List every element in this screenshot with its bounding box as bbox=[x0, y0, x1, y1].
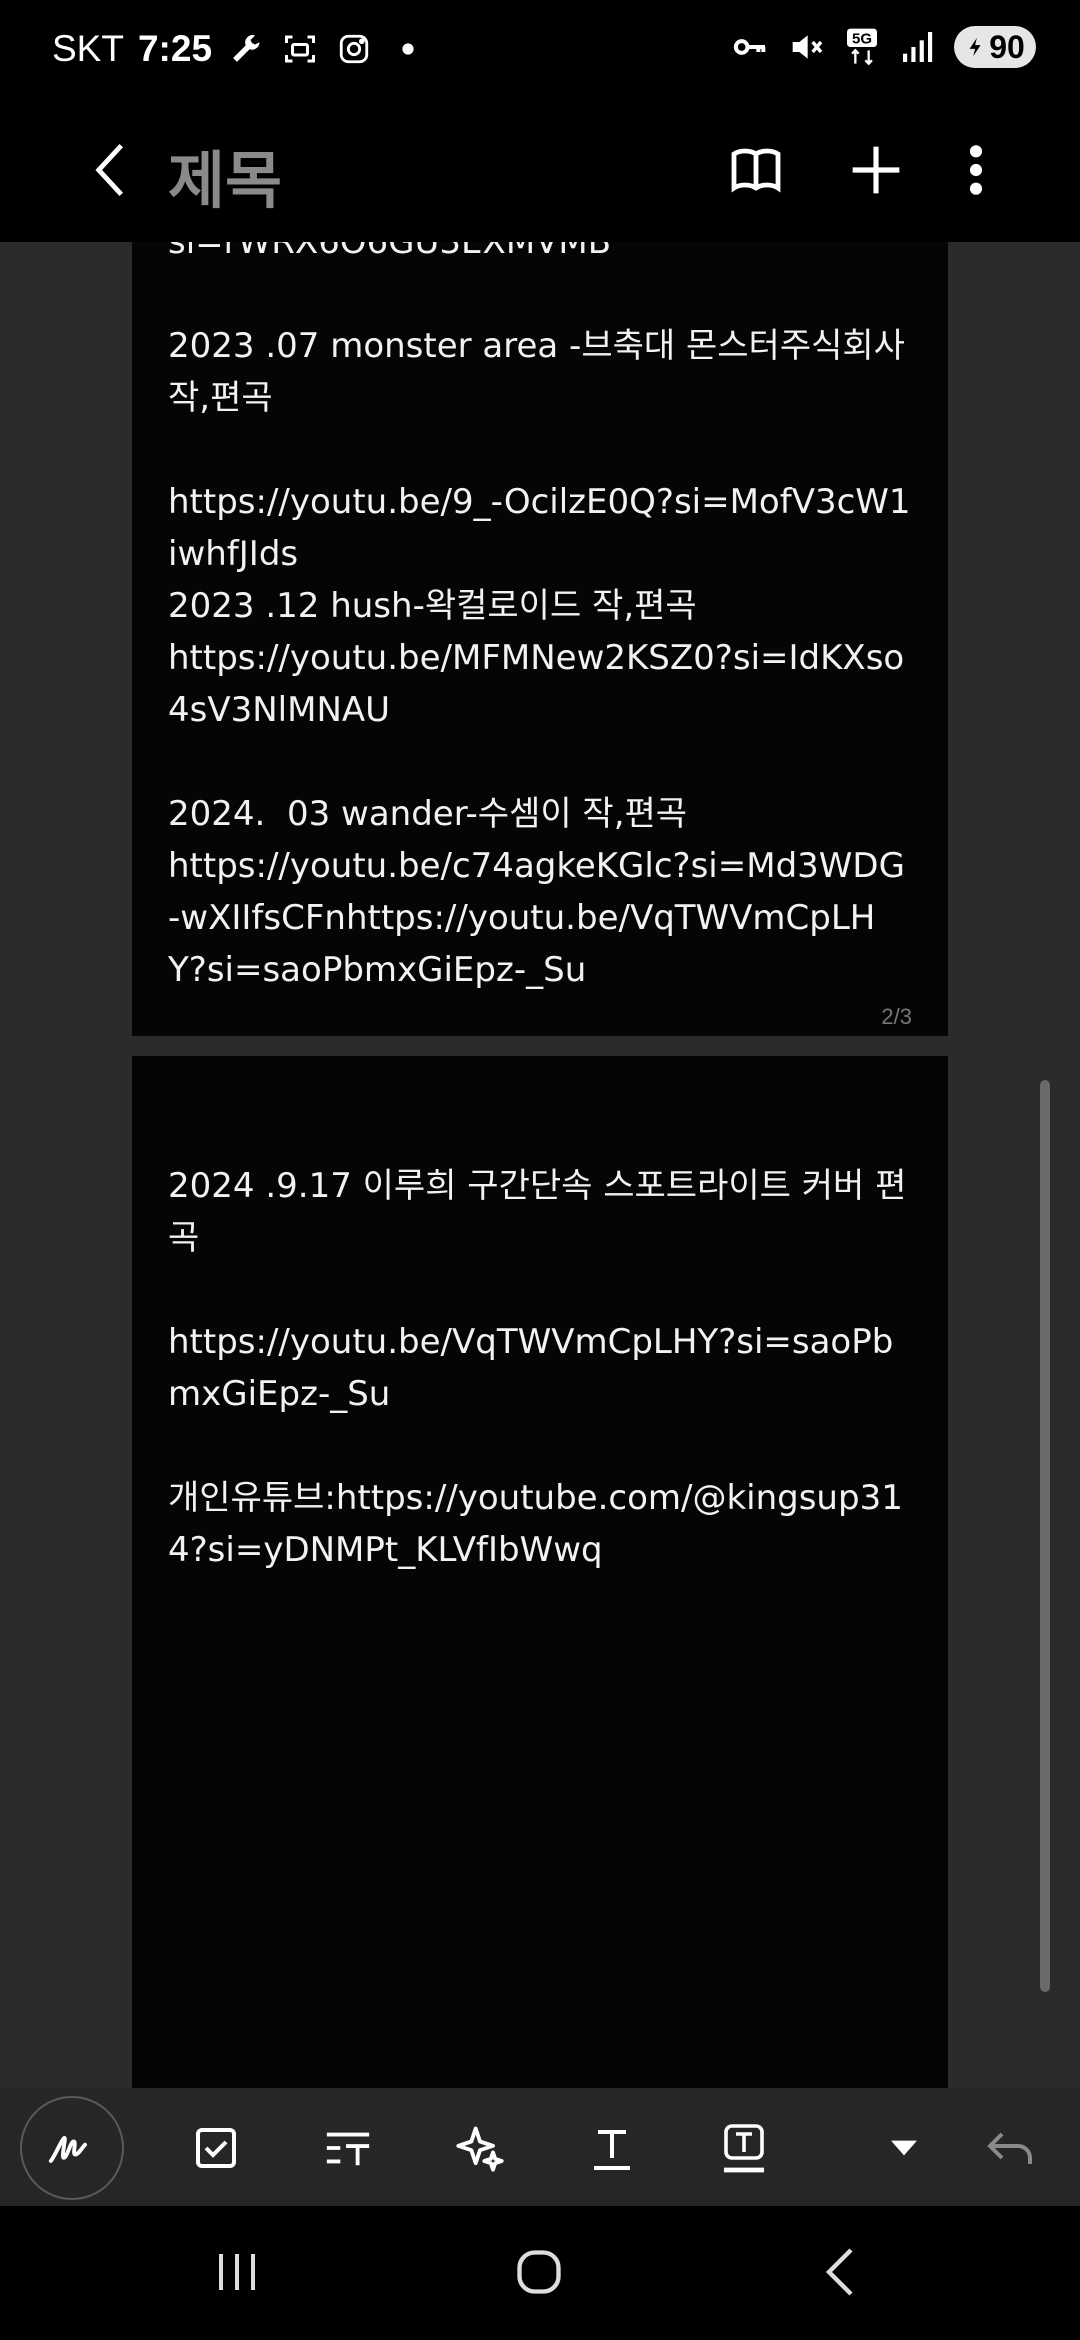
reader-mode-button[interactable] bbox=[716, 130, 796, 210]
ai-sparkle-icon bbox=[456, 2126, 504, 2172]
page-title[interactable]: 제목 bbox=[168, 130, 282, 220]
battery-level: 90 bbox=[989, 28, 1025, 65]
add-button[interactable] bbox=[836, 130, 916, 210]
signal-icon bbox=[898, 27, 938, 67]
pen-icon bbox=[48, 2136, 87, 2163]
dot-icon bbox=[388, 29, 428, 69]
recents-icon bbox=[219, 2254, 255, 2290]
5g-icon: 5G bbox=[842, 27, 882, 67]
note-page[interactable]: si=rWRX6O6GU3EXMVMB 2023 .07 monster are… bbox=[132, 242, 948, 1036]
back-icon bbox=[825, 2248, 853, 2296]
note-page[interactable]: 2024 .9.17 이루희 구간단속 스포트라이트 커버 편곡 https:/… bbox=[132, 1056, 948, 2088]
svg-text:5G: 5G bbox=[852, 31, 872, 48]
editing-toolbar bbox=[0, 2088, 1080, 2206]
text-style-button[interactable] bbox=[308, 2110, 388, 2186]
text-style-icon bbox=[326, 2132, 370, 2166]
home-icon bbox=[517, 2250, 561, 2294]
wrench-icon bbox=[226, 29, 266, 69]
recents-button[interactable] bbox=[192, 2232, 282, 2312]
back-icon bbox=[95, 143, 124, 197]
text-format-button[interactable] bbox=[572, 2110, 652, 2186]
undo-icon bbox=[987, 2132, 1032, 2164]
text-box-icon bbox=[724, 2124, 764, 2173]
reader-mode-icon bbox=[731, 148, 781, 193]
scrollbar[interactable] bbox=[1040, 1080, 1050, 1992]
carrier-label: SKT bbox=[52, 28, 124, 69]
checkbox-button[interactable] bbox=[176, 2110, 256, 2186]
text-box-button[interactable] bbox=[704, 2110, 784, 2186]
app-bar: 제목 bbox=[0, 100, 1080, 242]
nav-back-button[interactable] bbox=[796, 2232, 886, 2312]
dropdown-icon bbox=[891, 2140, 917, 2156]
page-text[interactable]: 2024 .9.17 이루희 구간단속 스포트라이트 커버 편곡 https:/… bbox=[168, 1160, 912, 1576]
undo-button[interactable] bbox=[970, 2110, 1050, 2186]
screen-capture-icon bbox=[280, 29, 320, 69]
status-left: SKT 7:25 bbox=[52, 28, 428, 70]
more-icon bbox=[969, 145, 983, 195]
more-tools-dropdown[interactable] bbox=[864, 2110, 944, 2186]
instagram-icon bbox=[334, 29, 374, 69]
mute-icon bbox=[786, 27, 826, 67]
more-options-button[interactable] bbox=[936, 130, 1016, 210]
system-nav-bar bbox=[0, 2206, 1080, 2340]
back-button[interactable] bbox=[70, 130, 150, 210]
status-bar: SKT 7:25 5G 90 bbox=[0, 0, 1080, 100]
vpn-key-icon bbox=[730, 27, 770, 67]
pen-button[interactable] bbox=[20, 2096, 124, 2200]
status-right: 5G 90 bbox=[730, 26, 1036, 68]
home-button[interactable] bbox=[494, 2232, 584, 2312]
page-number: 2/3 bbox=[881, 1004, 912, 1029]
add-icon bbox=[852, 146, 900, 194]
clock: 7:25 bbox=[137, 28, 213, 69]
text-format-icon bbox=[594, 2130, 630, 2170]
battery-icon: 90 bbox=[954, 26, 1036, 68]
page-text[interactable]: si=rWRX6O6GU3EXMVMB 2023 .07 monster are… bbox=[168, 242, 912, 996]
note-canvas[interactable]: si=rWRX6O6GU3EXMVMB 2023 .07 monster are… bbox=[0, 242, 1080, 2088]
ai-assist-button[interactable] bbox=[440, 2110, 520, 2186]
checkbox-icon bbox=[196, 2128, 236, 2168]
